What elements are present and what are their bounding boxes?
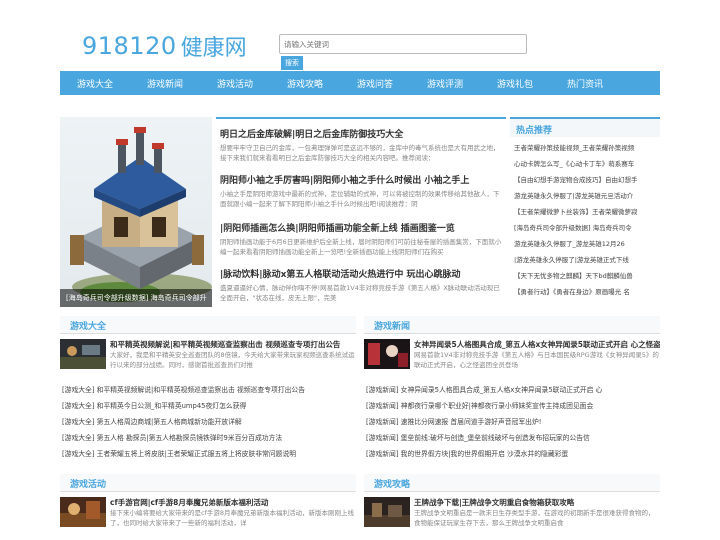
nav-item-game-list[interactable]: 游戏大全 [60,71,130,95]
logo-name: 健康网 [180,36,247,61]
headline-title[interactable]: |阴阳师插画怎么换|阴阳师插画功能全新上线 插画图鉴一览 [220,221,502,234]
logo-digits: 918120 [82,32,177,60]
headline-desc: 小袖之手是阴阳师游戏中最新的式神，定位辅助的式神，可以将被控制的效果传移给其他敌… [220,190,500,208]
featured-caption[interactable]: [海岛奇兵司令部升级数据] 海岛奇兵司令部升 [60,289,212,307]
hot-recommend-title: 热点推荐 [510,119,660,137]
section-game-events: 游戏活动 cf手游官网|cf手游8月奉魔兄弟新版本福利活动 接下来小编将要给大家… [60,474,356,537]
headline-desc: 盛夏逼逼好心情，脉动伴你嗨不停!网易首款1V4非对称竞技手游《第五人格》X脉动联… [220,284,500,302]
list-item[interactable]: [游戏新闻] 女神异闻录5人格图具合成_第五人格x女神异闻录5联动正式开启 心 [364,382,660,398]
hot-recommend-panel: 热点推荐 王者荣耀孙策技能视频_王者荣耀孙策视频 心动卡牌怎么写_《心动卡丁车》… [510,117,660,307]
section-title[interactable]: 游戏活动 [70,477,106,490]
feature-thumbnail [60,497,106,527]
list-item[interactable]: [游戏新闻] 速推比分网速报 首届间道手游好声音冠军出炉! [364,414,660,430]
section-game-guides: 游戏攻略 王牌战争下载|王牌战争文明重启食物箱获取攻略 王牌战争文明重启是一款末… [364,474,660,537]
hot-item[interactable]: 【天下无忧多物之麒麟】天下bd麒麟仙兽 [514,268,656,284]
section-game-list: 游戏大全 和平精英视频解说|和平精英视频巡查监察出击 视频巡查专项打出公告 大家… [60,316,356,462]
hot-item[interactable]: [海岛奇兵司令部升级数据] 海岛奇兵司令 [514,220,656,236]
hot-item[interactable]: 【自由幻想手游宠物合成技巧】自由幻想手 [514,172,656,188]
headline-item[interactable]: |阴阳师插画怎么换|阴阳师插画功能全新上线 插画图鉴一览 阴阳师插画功能于6月6… [220,221,502,257]
list-item[interactable]: [游戏大全] 第五人格 勘探员|第五人格勘探员镜铁弹时9米百分百成功方法 [60,430,356,446]
section-title[interactable]: 游戏新闻 [374,319,410,332]
headline-title[interactable]: 阴阳师小袖之手厉害吗|阴阳师小袖之手什么时候出 小袖之手上 [220,173,502,186]
feature-thumbnail [60,339,106,369]
featured-image [70,127,212,302]
nav-item-game-events[interactable]: 游戏活动 [200,71,270,95]
feature-desc: 网易首款1V4非对称竞技手游《第五人格》与日本国民级RPG游戏《女神异闻录5》的… [414,351,659,369]
hot-item[interactable]: 【勇者行动】《勇者在身边》原画曝光 名 [514,284,656,300]
nav-item-game-reviews[interactable]: 游戏评测 [410,71,480,95]
section-feature[interactable]: 女神异闻录5人格图具合成_第五人格x女神异闻录5联动正式开启 心之怪盗团登场 网… [364,339,660,379]
feature-desc: 大家好，我是和平精英安全巡查团队的8倍镜，今天给大家带来玩家视频巡查系统试运行以… [110,351,355,369]
hot-item[interactable]: 王者荣耀孙策技能视频_王者荣耀孙策视频 [514,140,656,156]
section-game-news: 游戏新闻 女神异闻录5人格图具合成_第五人格x女神异闻录5联动正式开启 心之怪盗… [364,316,660,462]
feature-title[interactable]: 和平精英视频解说|和平精英视频巡查监察出击 视频巡查专项打出公告 [110,339,356,350]
list-item[interactable]: [游戏大全] 王者荣耀五将上将皮肤|王者荣耀正式服五将上将皮肤非常问题说明 [60,446,356,462]
feature-title[interactable]: cf手游官网|cf手游8月奉魔兄弟新版本福利活动 [110,497,356,508]
hot-item[interactable]: 游龙英雄永久停服了|游龙英雄元旦活动介 [514,188,656,204]
list-item[interactable]: [游戏大全] 第五人格周边商城|第五人格商城新功能开放详解 [60,414,356,430]
section-title[interactable]: 游戏大全 [70,319,106,332]
feature-desc: 王牌战争文明重启是一款末日生存类型手游，在游戏的初期新手是很难获得食物的，食物能… [414,509,655,527]
section-feature[interactable]: 和平精英视频解说|和平精英视频巡查监察出击 视频巡查专项打出公告 大家好，我是和… [60,339,356,379]
list-item[interactable]: [游戏新闻] 我的世界假方块|我的世界假期开启 沙漠水井的隐藏彩蛋 [364,446,660,462]
section-title[interactable]: 游戏攻略 [374,477,410,490]
list-item[interactable]: [游戏新闻] 神都夜行录哪个职业好|神都夜行录小师妹奖宣传主持成团见面会 [364,398,660,414]
headline-title[interactable]: 明日之后金库破解|明日之后金库防御技巧大全 [220,127,502,140]
headline-desc: 想要牢牢守卫自己的金库，一包弗理弹弹可是这远不够的，金库中的毒气系统也是大有用武… [220,144,500,162]
feature-title[interactable]: 女神异闻录5人格图具合成_第五人格x女神异闻录5联动正式开启 心之怪盗团登场 [414,339,660,350]
feature-title[interactable]: 王牌战争下载|王牌战争文明重启食物箱获取攻略 [414,497,660,508]
nav-item-game-news[interactable]: 游戏新闻 [130,71,200,95]
nav-item-game-gifts[interactable]: 游戏礼包 [480,71,550,95]
headline-item[interactable]: |脉动饮料|脉动x第五人格联动活动火热进行中 玩出心跳脉动 盛夏逼逼好心情，脉动… [220,267,502,303]
search-input[interactable] [279,34,527,54]
hot-item[interactable]: |游龙英雄永久停服了|游龙英雄正式下线 [514,252,656,268]
feature-desc: 接下来小编将要给大家带来的是cf手游8月奉魔兄弟新版本福利活动，新版本刚刚上线了… [110,509,354,527]
headline-item[interactable]: 阴阳师小袖之手厉害吗|阴阳师小袖之手什么时候出 小袖之手上 小袖之手是阴阳师游戏… [220,173,502,209]
headline-desc: 阴阳师插画功能于6月6日更新维护后全新上线，届时阴阳师们可前往秘卷屋的插画集赏，… [220,238,502,256]
section-feature[interactable]: 王牌战争下载|王牌战争文明重启食物箱获取攻略 王牌战争文明重启是一款末日生存类型… [364,497,660,537]
site-logo[interactable]: 918120 健康网 [82,30,247,62]
feature-thumbnail [364,339,410,369]
nav-item-game-guides[interactable]: 游戏攻略 [270,71,340,95]
list-item[interactable]: [游戏新闻] 堡垒前线:破坏与创造_堡垒前线破坏与创造发布招玩家的公告信 [364,430,660,446]
main-nav: 游戏大全 游戏新闻 游戏活动 游戏攻略 游戏问答 游戏评测 游戏礼包 热门资讯 [60,71,660,95]
nav-item-hot-news[interactable]: 热门资讯 [550,71,620,95]
nav-item-game-qa[interactable]: 游戏问答 [340,71,410,95]
headline-title[interactable]: |脉动饮料|脉动x第五人格联动活动火热进行中 玩出心跳脉动 [220,267,502,280]
section-feature[interactable]: cf手游官网|cf手游8月奉魔兄弟新版本福利活动 接下来小编将要给大家带来的是c… [60,497,356,537]
headline-list: 明日之后金库破解|明日之后金库防御技巧大全 想要牢牢守卫自己的金库，一包弗理弹弹… [216,117,506,307]
feature-thumbnail [364,497,410,527]
search-button[interactable]: 搜索 [281,56,303,70]
headline-item[interactable]: 明日之后金库破解|明日之后金库防御技巧大全 想要牢牢守卫自己的金库，一包弗理弹弹… [220,127,502,163]
list-item[interactable]: [游戏大全] 和平精英今日公测_和平精英ump45夜灯怎么获得 [60,398,356,414]
hot-item[interactable]: 游龙英雄永久停服了_游龙英雄12月26 [514,236,656,252]
hot-item[interactable]: 心动卡牌怎么写_《心动卡丁车》萌系赛车 [514,156,656,172]
featured-slide[interactable]: [海岛奇兵司令部升级数据] 海岛奇兵司令部升 [60,117,212,307]
list-item[interactable]: [游戏大全] 和平精英视频解说|和平精英视频巡查监察出击 视频巡查专项打出公告 [60,382,356,398]
hot-item[interactable]: 【王者荣耀微萝卜丝装饰】王者荣耀微萝寂 [514,204,656,220]
